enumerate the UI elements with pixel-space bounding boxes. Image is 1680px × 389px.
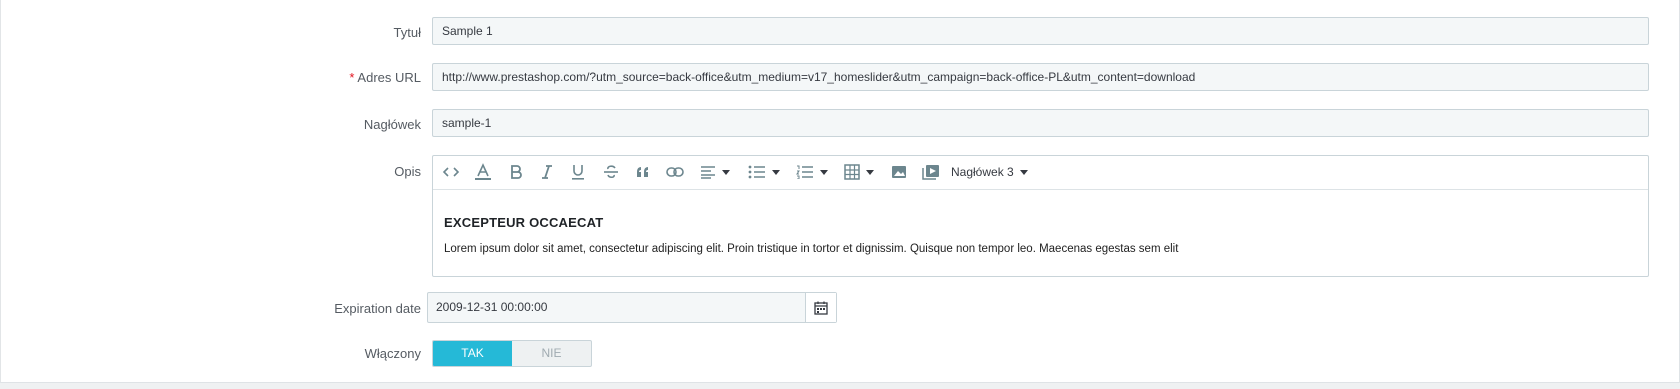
chevron-down-icon: [1019, 169, 1028, 175]
chevron-down-icon: [772, 169, 780, 175]
content-paragraph: Lorem ipsum dolor sit amet, consectetur …: [444, 243, 1179, 255]
enabled-yes-option[interactable]: TAK: [433, 341, 512, 366]
chevron-down-icon: [820, 169, 828, 175]
enabled-no-option[interactable]: NIE: [512, 341, 591, 366]
link-icon[interactable]: [666, 163, 684, 181]
calendar-icon: [814, 301, 828, 315]
enabled-switch[interactable]: TAK NIE: [432, 340, 592, 367]
url-label-wrap: * Adres URL: [349, 70, 421, 85]
slide-form-panel: Tytuł Sample 1 * Adres URL http://www.pre…: [0, 0, 1680, 383]
content-heading: EXCEPTEUR OCCAECAT: [444, 215, 604, 230]
bold-icon[interactable]: [509, 163, 523, 181]
chevron-down-icon: [866, 169, 874, 175]
unordered-list-icon[interactable]: [748, 163, 780, 181]
expiration-label: Expiration date: [334, 301, 421, 316]
url-input[interactable]: http://www.prestashop.com/?utm_source=ba…: [432, 63, 1649, 91]
expiration-field: 2009-12-31 00:00:00: [427, 292, 837, 323]
legend-label: Nagłówek: [363, 117, 421, 132]
blockquote-icon[interactable]: [636, 163, 650, 181]
description-label: Opis: [394, 164, 421, 179]
italic-icon[interactable]: [540, 163, 554, 181]
expiration-input[interactable]: 2009-12-31 00:00:00: [428, 293, 805, 322]
url-label: Adres URL: [357, 70, 421, 85]
enabled-label: Włączony: [364, 346, 421, 361]
title-label: Tytuł: [393, 25, 421, 40]
image-icon[interactable]: [891, 163, 907, 181]
required-mark: *: [349, 70, 355, 85]
underline-icon[interactable]: [571, 163, 585, 181]
calendar-button[interactable]: [805, 293, 836, 322]
code-view-icon[interactable]: [442, 163, 460, 181]
editor-toolbar: Nagłówek 3: [433, 156, 1648, 190]
font-color-icon[interactable]: [473, 163, 493, 181]
heading-style-select[interactable]: Nagłówek 3: [951, 163, 1028, 181]
table-icon[interactable]: [844, 163, 874, 181]
align-icon[interactable]: [700, 163, 730, 181]
title-input[interactable]: Sample 1: [432, 17, 1649, 45]
ordered-list-icon[interactable]: [796, 163, 828, 181]
legend-input[interactable]: sample-1: [432, 109, 1649, 137]
strikethrough-icon[interactable]: [603, 163, 619, 181]
heading-style-label: Nagłówek 3: [951, 165, 1014, 179]
chevron-down-icon: [722, 169, 730, 175]
video-icon[interactable]: [922, 163, 940, 181]
description-editor[interactable]: Nagłówek 3 EXCEPTEUR OCCAECAT Lorem ipsu…: [432, 155, 1649, 277]
